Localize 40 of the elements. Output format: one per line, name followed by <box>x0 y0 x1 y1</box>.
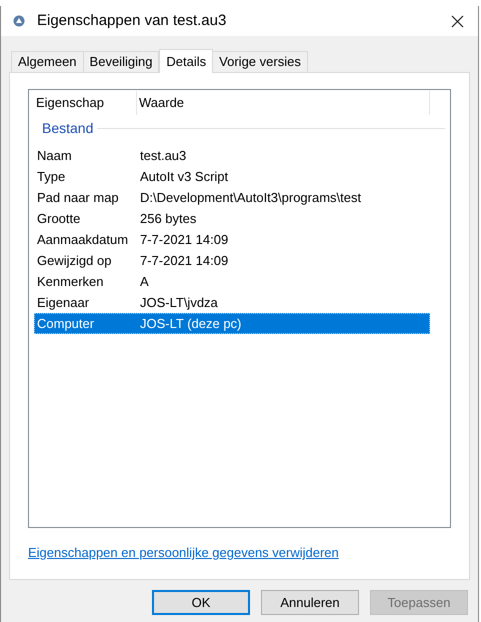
table-row[interactable]: Computer JOS-LT (deze pc) <box>34 313 430 334</box>
table-row[interactable]: Gewijzigd op 7-7-2021 14:09 <box>34 250 430 271</box>
table-cell-text: Eigenaar <box>36 294 90 312</box>
table-cell-text: Pad naar map <box>36 188 120 207</box>
table-cell-text: A <box>139 272 150 291</box>
table-row[interactable]: Grootte 256 bytes <box>34 208 430 229</box>
table-cell-text: JOS-LT\jvdza <box>139 294 219 312</box>
app-icon <box>13 15 25 27</box>
column-header[interactable]: Waarde <box>137 91 430 115</box>
tab[interactable]: Details <box>159 49 214 73</box>
table-cell-text: JOS-LT (deze pc) <box>139 314 242 333</box>
table-cell-text: AutoIt v3 Script <box>139 168 230 186</box>
table-row[interactable]: Type AutoIt v3 Script <box>34 166 430 187</box>
dialog-button[interactable]: Annuleren <box>261 590 359 615</box>
table-cell-text: 7-7-2021 14:09 <box>139 252 230 270</box>
table-row[interactable]: Kenmerken A <box>34 271 430 292</box>
tab[interactable]: Vorige versies <box>212 51 308 72</box>
window-title: Eigenschappen van test.au3 <box>37 10 228 31</box>
tab[interactable]: Algemeen <box>11 51 84 72</box>
group-header: Bestand <box>41 118 94 138</box>
table-cell-text: Type <box>36 168 66 186</box>
table-cell-text: D:\Development\AutoIt3\programs\test <box>139 188 362 207</box>
table-cell-text: Computer <box>36 314 96 333</box>
tab[interactable]: Beveiliging <box>82 51 160 72</box>
dialog-button[interactable]: OK <box>152 590 250 615</box>
table-cell-text: 256 bytes <box>139 210 198 228</box>
table-cell-text: Aanmaakdatum <box>36 230 130 249</box>
table-cell-text: Kenmerken <box>36 272 104 291</box>
table-cell-text: Grootte <box>36 210 82 228</box>
table-cell-text: Gewijzigd op <box>36 252 112 270</box>
remove-properties-link[interactable]: Eigenschappen en persoonlijke gegevens verwijderen <box>28 545 339 560</box>
column-header[interactable]: Eigenschap <box>34 91 137 115</box>
table-cell-text: 7-7-2021 14:09 <box>139 230 230 249</box>
table-row[interactable]: Aanmaakdatum 7-7-2021 14:09 <box>34 229 430 250</box>
table-row[interactable]: Eigenaar JOS-LT\jvdza <box>34 292 430 313</box>
table-row[interactable]: Naam test.au3 <box>34 145 430 166</box>
table-cell-text: test.au3 <box>139 146 188 165</box>
close-icon[interactable] <box>451 14 464 28</box>
table-cell-text: Naam <box>36 146 73 165</box>
table-row[interactable]: Pad naar map D:\Development\AutoIt3\programs\test <box>34 187 430 208</box>
